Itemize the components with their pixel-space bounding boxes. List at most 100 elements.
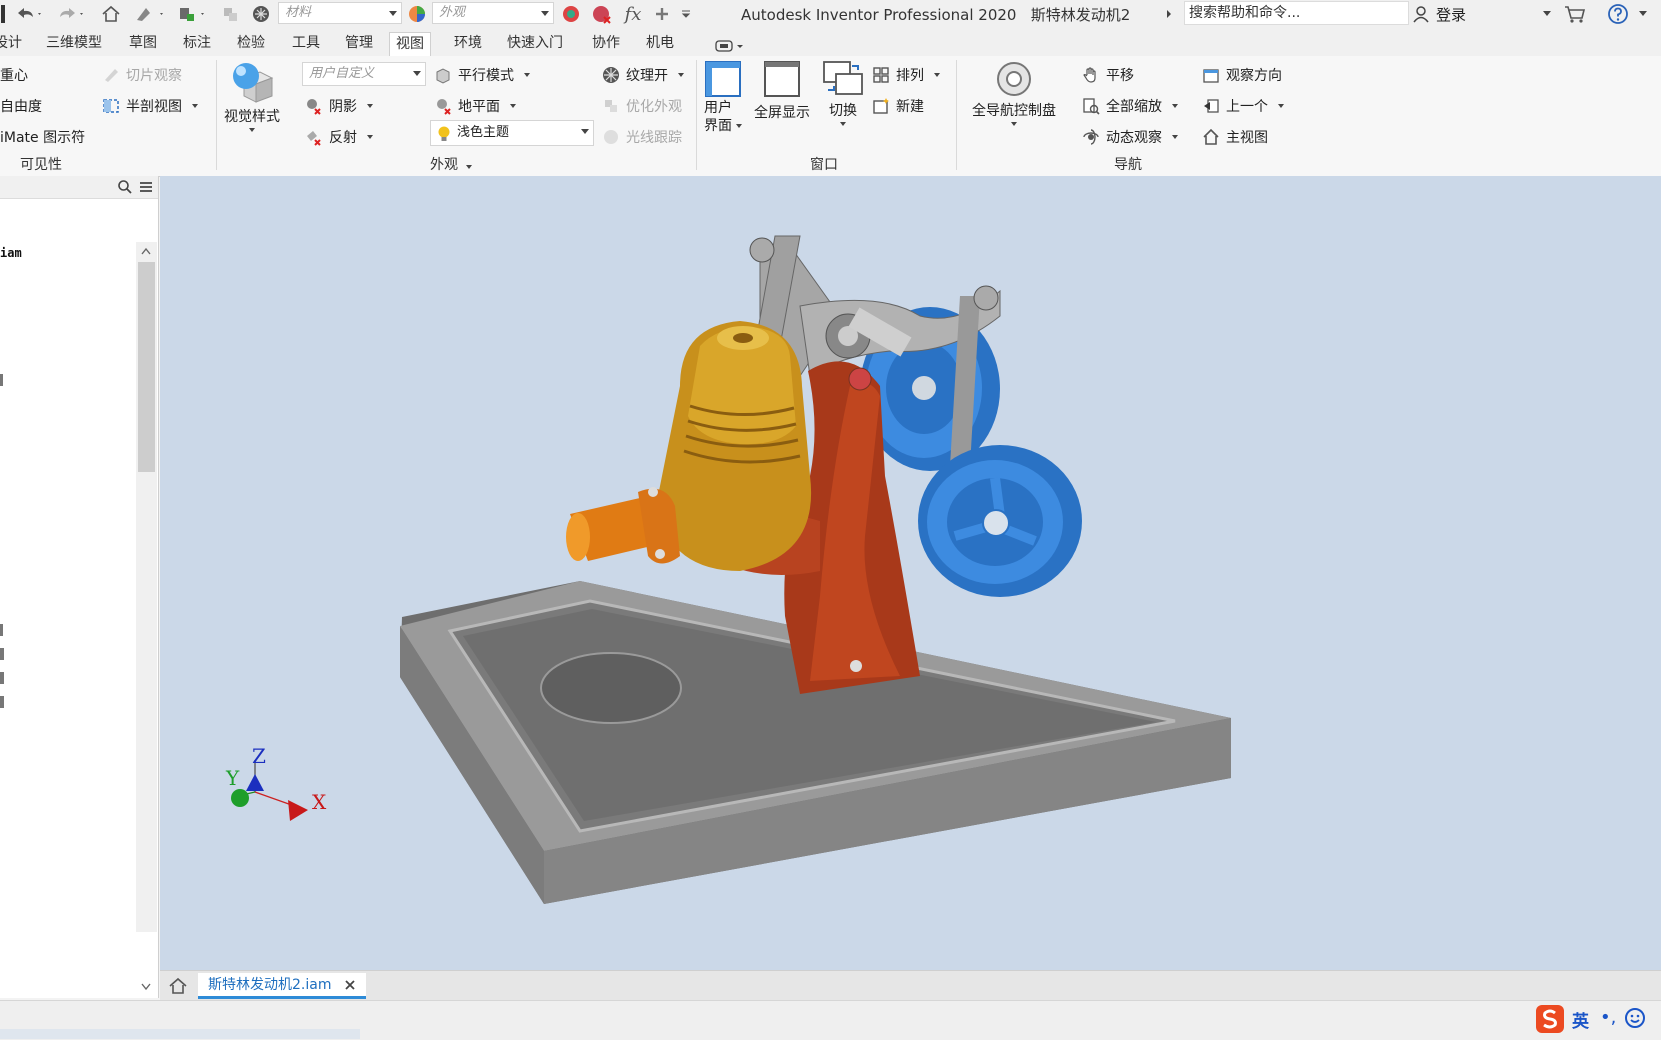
home-tab-icon[interactable] — [168, 977, 188, 995]
pan-label: 平移 — [1106, 68, 1134, 84]
tree-node-fragment[interactable] — [0, 648, 4, 660]
scroll-up-icon[interactable] — [140, 246, 152, 256]
login-dropdown-icon[interactable] — [1540, 3, 1554, 25]
plus-icon[interactable] — [652, 3, 672, 25]
look-at-button[interactable]: 观察方向 — [1202, 62, 1282, 88]
customize-qa-icon[interactable] — [678, 3, 694, 25]
help-dropdown-icon[interactable] — [1636, 3, 1650, 25]
previous-view-button[interactable]: 上一个 — [1202, 93, 1284, 119]
textures-on-label: 纹理开 — [626, 68, 668, 84]
tab-annotate[interactable]: 标注 — [183, 32, 211, 56]
y-axis-cone — [231, 789, 249, 807]
tree-node-fragment[interactable] — [0, 374, 3, 386]
ime-logo-icon[interactable] — [1534, 1003, 1566, 1035]
switch-window-button[interactable]: 切换 — [822, 60, 864, 140]
half-section-button[interactable]: 半剖视图 — [102, 93, 198, 119]
ime-punctuation-icon[interactable]: •, — [1600, 1007, 1616, 1028]
app-title-text: Autodesk Inventor Professional 2020 — [741, 6, 1017, 24]
tab-view[interactable]: 视图 — [389, 32, 431, 56]
home-view-button[interactable]: 主视图 — [1202, 124, 1268, 150]
browser-scroll-thumb[interactable] — [138, 262, 155, 472]
ground-plane-icon — [437, 99, 451, 115]
tab-environments[interactable]: 环境 — [454, 32, 482, 56]
ime-emoji-icon[interactable] — [1624, 1007, 1646, 1029]
document-tab-label: 斯特林发动机2.iam — [208, 977, 332, 993]
help-search-input[interactable]: 搜索帮助和命令... — [1184, 1, 1409, 25]
user-icon[interactable] — [1410, 3, 1432, 25]
scroll-down-icon[interactable] — [140, 982, 152, 992]
home-icon[interactable] — [100, 3, 122, 25]
coordinate-triad — [231, 760, 308, 821]
parallel-mode-label: 平行模式 — [458, 68, 514, 84]
visual-style-button[interactable]: 视觉样式 — [224, 60, 280, 140]
clear-appearance-icon[interactable] — [590, 3, 614, 25]
user-interface-button[interactable]: 用户 界面 — [704, 60, 742, 144]
center-of-gravity-button[interactable]: 重心 — [0, 62, 28, 88]
appearance-group-label: 外观 — [430, 157, 458, 173]
material-combo[interactable]: 材料 — [278, 2, 402, 24]
ground-icon[interactable] — [176, 3, 212, 25]
appearance-group-button[interactable]: 外观 — [430, 154, 472, 174]
redo-icon[interactable] — [54, 3, 88, 25]
degrees-of-freedom-button[interactable]: 自由度 — [0, 93, 42, 119]
tab-manage[interactable]: 管理 — [345, 32, 373, 56]
cart-icon[interactable] — [1562, 3, 1588, 25]
tree-node-fragment[interactable] — [0, 672, 4, 684]
zoom-all-button[interactable]: 全部缩放 — [1082, 93, 1178, 119]
tab-get-started[interactable]: 快速入门 — [507, 32, 563, 56]
custom-style-combo[interactable]: 用户自定义 — [302, 62, 426, 86]
tab-collaborate[interactable]: 协作 — [592, 32, 620, 56]
login-button[interactable]: 登录 — [1436, 3, 1466, 25]
help-icon[interactable] — [1606, 3, 1630, 25]
ime-language[interactable]: 英 — [1572, 1007, 1589, 1032]
ray-tracing-button[interactable]: 光线跟踪 — [602, 124, 682, 150]
textures-on-button[interactable]: 纹理开 — [602, 62, 684, 88]
reflections-button[interactable]: 反射 — [305, 124, 373, 150]
tab-tools[interactable]: 工具 — [292, 32, 320, 56]
imate-glyph-button[interactable]: iMate 图示符 — [0, 124, 85, 150]
adjust-appearance-icon[interactable] — [560, 3, 584, 25]
ray-tracing-icon — [604, 130, 618, 144]
material-icon — [250, 3, 272, 25]
tab-design[interactable]: 设计 — [0, 32, 22, 56]
app-menu-edge[interactable] — [0, 3, 6, 25]
document-tab[interactable]: 斯特林发动机2.iam — [198, 973, 366, 999]
browser-root-node[interactable]: iam — [0, 246, 22, 260]
stirling-engine-model[interactable] — [160, 176, 1661, 970]
select-icon[interactable] — [220, 3, 242, 25]
undo-icon[interactable] — [12, 3, 46, 25]
tree-node-fragment[interactable] — [0, 624, 3, 636]
front-flywheel[interactable] — [918, 445, 1082, 597]
fx-parameters-icon[interactable]: fx — [620, 3, 646, 25]
hot-cylinder[interactable] — [656, 321, 812, 571]
measure-icon[interactable] — [132, 3, 172, 25]
menu-icon[interactable] — [138, 179, 154, 195]
ribbon-display-toggle-icon[interactable] — [712, 35, 748, 57]
search-icon[interactable] — [117, 179, 133, 195]
tab-3d-model[interactable]: 三维模型 — [46, 32, 102, 56]
chevron-right-icon[interactable] — [1162, 3, 1176, 25]
optimize-appearance-button[interactable]: 优化外观 — [602, 93, 682, 119]
lighting-theme-combo[interactable]: 浅色主题 — [430, 120, 594, 146]
graphics-viewport[interactable]: Z Y X — [160, 176, 1661, 970]
close-icon[interactable] — [344, 979, 356, 991]
previous-view-label: 上一个 — [1226, 99, 1268, 115]
tab-electromechanical[interactable]: 机电 — [646, 32, 674, 56]
appearance-combo[interactable]: 外观 — [432, 2, 554, 24]
arrange-button[interactable]: 排列 — [872, 62, 940, 88]
new-window-button[interactable]: 新建 — [872, 93, 924, 119]
tab-sketch[interactable]: 草图 — [129, 32, 157, 56]
parallel-mode-button[interactable]: 平行模式 — [434, 62, 530, 88]
tree-node-fragment[interactable] — [0, 696, 4, 708]
full-navigation-wheel-button[interactable]: 全导航控制盘 — [972, 60, 1056, 140]
axis-x-label: X — [312, 790, 327, 814]
shadows-button[interactable]: 阴影 — [305, 93, 373, 119]
fullscreen-button[interactable]: 全屏显示 — [754, 60, 810, 122]
ground-plane-button[interactable]: 地平面 — [434, 93, 516, 119]
tab-inspect[interactable]: 检验 — [237, 32, 265, 56]
orbit-button[interactable]: 动态观察 — [1082, 124, 1178, 150]
slice-graphics-button[interactable]: 切片观察 — [102, 62, 182, 88]
pan-button[interactable]: 平移 — [1082, 62, 1134, 88]
arrange-icon — [873, 67, 889, 83]
burner-cap[interactable] — [566, 487, 680, 564]
